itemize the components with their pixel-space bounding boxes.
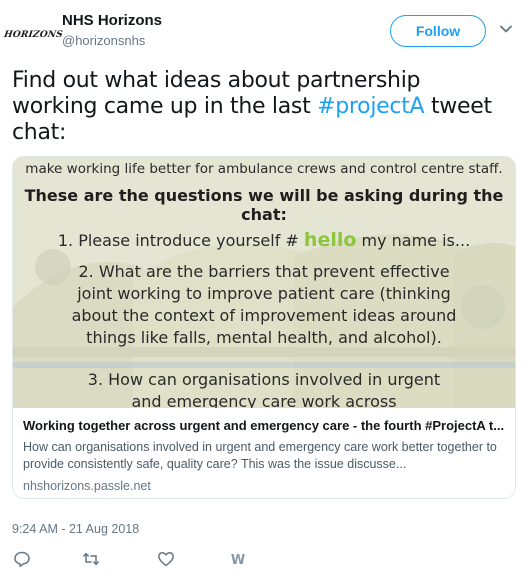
- image-question-2: 2. What are the barriers that prevent ef…: [71, 262, 457, 347]
- action-bar: W: [0, 550, 528, 570]
- tweet-text: Find out what ideas about partnership wo…: [12, 68, 512, 146]
- card-domain: nhshorizons.passle.net: [23, 479, 151, 493]
- hello-logo-text: hello: [303, 229, 357, 251]
- retweet-icon[interactable]: [82, 550, 100, 568]
- tweet-header: HORIZONS NHS Horizons @horizonsnhs Follo…: [0, 0, 528, 60]
- display-name[interactable]: NHS Horizons: [62, 12, 162, 29]
- link-card[interactable]: make working life better for ambulance c…: [12, 156, 516, 499]
- image-question-1: 1. Please introduce yourself # hello my …: [13, 229, 515, 251]
- app-w-glyph: W: [231, 553, 245, 568]
- screen-name[interactable]: @horizonsnhs: [62, 33, 145, 48]
- app-w-icon[interactable]: W: [228, 550, 248, 568]
- card-title[interactable]: Working together across urgent and emerg…: [23, 418, 505, 433]
- image-line-intro: make working life better for ambulance c…: [25, 161, 503, 177]
- follow-button[interactable]: Follow: [390, 15, 486, 47]
- q1-text: 1. Please introduce yourself #: [57, 231, 304, 250]
- image-line-heading: These are the questions we will be askin…: [24, 186, 504, 224]
- card-body[interactable]: Working together across urgent and emerg…: [13, 408, 515, 498]
- q1-text-tail: my name is...: [356, 231, 471, 250]
- timestamp[interactable]: 9:24 AM - 21 Aug 2018: [12, 522, 139, 536]
- card-image[interactable]: make working life better for ambulance c…: [13, 157, 515, 408]
- card-description: How can organisations involved in urgent…: [23, 440, 497, 471]
- reply-icon[interactable]: [13, 550, 31, 568]
- image-question-3: 3. How can organisations involved in urg…: [87, 370, 441, 408]
- avatar[interactable]: HORIZONS: [3, 14, 63, 56]
- chevron-down-icon[interactable]: [499, 22, 513, 36]
- avatar-logo-text: HORIZONS: [2, 30, 64, 40]
- like-icon[interactable]: [157, 550, 175, 568]
- hashtag-link[interactable]: #projectA: [317, 94, 424, 119]
